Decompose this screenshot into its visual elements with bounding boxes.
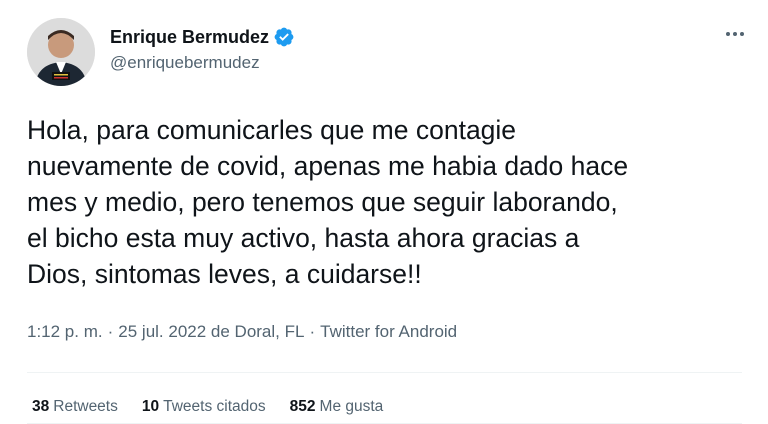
tweet-time[interactable]: 1:12 p. m.: [27, 322, 103, 342]
more-dot: [726, 32, 730, 36]
author-avatar[interactable]: [27, 18, 95, 86]
quote-tweets-stat[interactable]: 10 Tweets citados: [142, 398, 266, 416]
tweet-client[interactable]: Twitter for Android: [320, 322, 457, 342]
likes-count: 852: [289, 398, 316, 415]
author-handle[interactable]: @enriquebermudez: [110, 53, 260, 73]
meta-separator: ·: [107, 322, 114, 341]
retweets-label: Retweets: [53, 398, 118, 415]
more-options-icon[interactable]: [720, 22, 750, 46]
quote-tweets-count: 10: [141, 398, 160, 415]
verified-badge-icon: [273, 26, 295, 48]
tweet-card: Enrique Bermudez @enriquebermudez Hola, …: [0, 0, 768, 424]
meta-separator: ·: [309, 322, 316, 341]
avatar-photo-icon: [27, 18, 95, 86]
retweets-stat[interactable]: 38 Retweets: [32, 398, 118, 416]
author-name-row: Enrique Bermudez: [110, 25, 295, 49]
likes-label: Me gusta: [319, 398, 384, 415]
engagement-stats: 38 Retweets 10 Tweets citados 852 Me gus…: [32, 398, 407, 416]
quote-tweets-label: Tweets citados: [163, 398, 266, 415]
more-dot: [740, 32, 744, 36]
divider: [27, 372, 742, 373]
more-dot: [733, 32, 737, 36]
likes-stat[interactable]: 852 Me gusta: [290, 398, 384, 416]
tweet-date-location[interactable]: 25 jul. 2022 de Doral, FL: [118, 322, 304, 342]
tweet-metadata: 1:12 p. m. · 25 jul. 2022 de Doral, FL ·…: [27, 322, 457, 342]
tweet-text: Hola, para comunicarles que me contagie …: [27, 115, 629, 289]
retweets-count: 38: [32, 398, 50, 415]
author-display-name[interactable]: Enrique Bermudez: [110, 27, 269, 48]
